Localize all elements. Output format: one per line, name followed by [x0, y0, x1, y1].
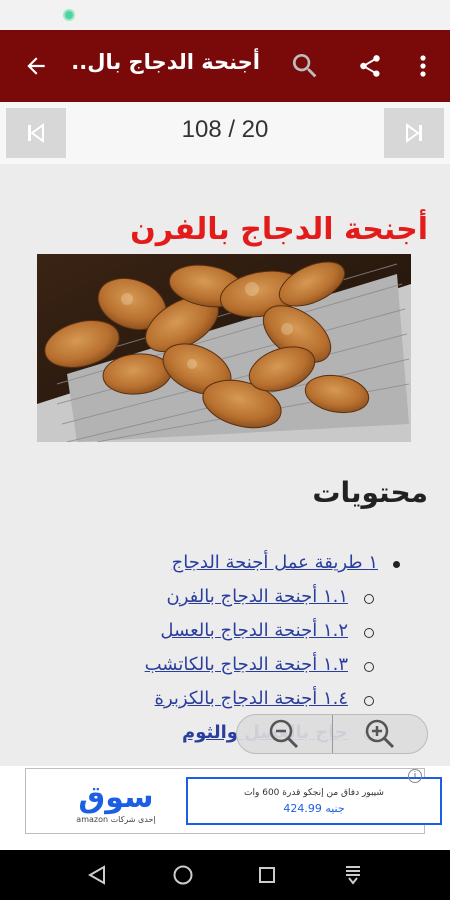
status-bar: [0, 0, 450, 30]
skip-next-icon: [406, 123, 422, 143]
toc-item-1[interactable]: ١ طريقة عمل أجنحة الدجاج: [145, 552, 401, 586]
zoom-in-icon: [365, 719, 394, 749]
ad-price: جنيه 424.99: [283, 802, 345, 815]
back-triangle-icon[interactable]: [84, 862, 110, 888]
page-counter: 108 / 20: [181, 116, 269, 143]
toc-item-1-3[interactable]: ١.٣ أجنحة الدجاج بالكاتشب: [145, 654, 400, 688]
ad-description: شيبور دفاق من إنجكو قدرة 600 وات: [244, 788, 384, 798]
article-content[interactable]: أجنحة الدجاج بالفرن محتويات ١ طريقة عمل …: [0, 164, 450, 766]
next-page-button[interactable]: [384, 108, 444, 158]
ad-brand-sub: amazon إحدى شركات: [76, 815, 156, 824]
app-bar: أجنحة الدجاج بال..: [0, 30, 450, 102]
toc-link[interactable]: ١.٣ أجنحة الدجاج بالكاتشب: [145, 654, 348, 675]
article-title: أجنحة الدجاج بالفرن: [130, 212, 428, 247]
zoom-out-icon: [270, 719, 299, 749]
zoom-in-button[interactable]: [332, 715, 427, 753]
keyboard-hide-icon[interactable]: [340, 862, 366, 888]
souq-logo: سوق amazon إحدى شركات: [56, 780, 176, 825]
toc-link[interactable]: ١.١ أجنحة الدجاج بالفرن: [167, 586, 348, 607]
ad-frame[interactable]: سوق amazon إحدى شركات شيبور دفاق من إنجك…: [25, 768, 442, 834]
zoom-out-button[interactable]: [237, 715, 332, 753]
toc-heading: محتويات: [312, 476, 428, 509]
share-icon[interactable]: [352, 48, 388, 84]
back-arrow-icon[interactable]: [18, 48, 54, 84]
more-vert-icon[interactable]: [408, 48, 438, 84]
ad-info-icon[interactable]: i: [408, 769, 422, 783]
page-title: أجنحة الدجاج بال..: [71, 50, 260, 74]
ad-brand: سوق: [78, 780, 154, 815]
system-nav-bar: [0, 850, 450, 900]
zoom-controls: [236, 714, 428, 754]
toc-item-1-1[interactable]: ١.١ أجنحة الدجاج بالفرن: [145, 586, 400, 620]
home-circle-icon[interactable]: [170, 862, 196, 888]
toc-link[interactable]: ١.٤ أجنحة الدجاج بالكزبرة: [155, 688, 348, 709]
toc-link[interactable]: ١ طريقة عمل أجنحة الدجاج: [172, 552, 378, 573]
ad-offer[interactable]: شيبور دفاق من إنجكو قدرة 600 وات جنيه 42…: [186, 777, 442, 825]
toc-item-1-2[interactable]: ١.٢ أجنحة الدجاج بالعسل: [145, 620, 400, 654]
notification-dot-icon: [63, 9, 75, 21]
page-navigator: 108 / 20: [0, 102, 450, 164]
ad-banner[interactable]: سوق amazon إحدى شركات شيبور دفاق من إنجك…: [0, 766, 450, 850]
chicken-wings-photo: [37, 254, 411, 442]
recents-square-icon[interactable]: [254, 862, 280, 888]
search-icon[interactable]: [286, 48, 324, 84]
toc-link[interactable]: ١.٢ أجنحة الدجاج بالعسل: [160, 620, 348, 641]
